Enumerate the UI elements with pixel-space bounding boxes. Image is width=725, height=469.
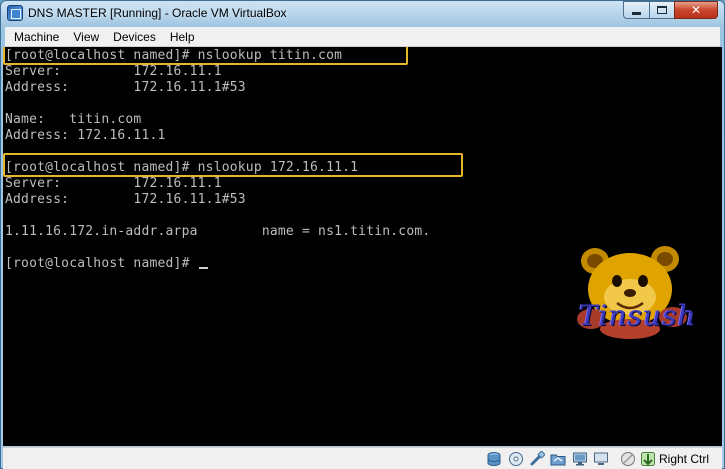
- console-line-prompt: [root@localhost named]#: [5, 256, 208, 272]
- menu-help[interactable]: Help: [164, 28, 201, 46]
- display-icon[interactable]: [593, 451, 609, 467]
- virtualbox-app-icon: [7, 5, 23, 21]
- menu-machine[interactable]: Machine: [8, 28, 65, 46]
- vm-console-screen[interactable]: [root@localhost named]# nslookup titin.c…: [3, 47, 722, 446]
- console-line-address-1: Address: 172.16.11.1#53: [5, 80, 246, 95]
- close-icon: ✕: [690, 3, 702, 17]
- hard-disk-icon[interactable]: [486, 451, 502, 467]
- maximize-button[interactable]: [649, 1, 674, 19]
- close-button[interactable]: ✕: [674, 1, 718, 19]
- text-cursor: [198, 267, 208, 269]
- watermark-text: Tinsush: [579, 299, 697, 332]
- highlight-box-command-1: [3, 47, 408, 65]
- virtualbox-window: DNS MASTER [Running] - Oracle VM Virtual…: [0, 0, 725, 469]
- console-line-name: Name: titin.com: [5, 112, 142, 127]
- minimize-icon: [632, 11, 641, 15]
- console-line-server-2: Server: 172.16.11.1: [5, 176, 222, 191]
- maximize-icon: [657, 6, 667, 14]
- console-line-server-1: Server: 172.16.11.1: [5, 64, 222, 79]
- window-controls: ✕: [623, 1, 718, 19]
- usb-icon[interactable]: [529, 451, 545, 467]
- title-bar[interactable]: DNS MASTER [Running] - Oracle VM Virtual…: [1, 1, 724, 27]
- highlight-box-command-2: [3, 153, 463, 177]
- menu-devices[interactable]: Devices: [107, 28, 162, 46]
- shared-folders-icon[interactable]: [550, 451, 566, 467]
- video-capture-icon[interactable]: [620, 451, 636, 467]
- console-line-address-result: Address: 172.16.11.1: [5, 128, 166, 143]
- host-key-label[interactable]: Right Ctrl: [659, 452, 709, 466]
- menu-view[interactable]: View: [67, 28, 105, 46]
- console-line-ptr-result: 1.11.16.172.in-addr.arpa name = ns1.titi…: [5, 224, 431, 239]
- shell-prompt: [root@localhost named]#: [5, 256, 198, 271]
- optical-drive-icon[interactable]: [508, 451, 524, 467]
- menu-bar: Machine View Devices Help: [5, 27, 720, 47]
- console-line-address-2: Address: 172.16.11.1#53: [5, 192, 246, 207]
- minimize-button[interactable]: [623, 1, 649, 19]
- window-title: DNS MASTER [Running] - Oracle VM Virtual…: [28, 6, 287, 20]
- network-icon[interactable]: [572, 451, 588, 467]
- mouse-integration-icon[interactable]: [640, 451, 656, 467]
- status-bar: Right Ctrl: [3, 447, 722, 469]
